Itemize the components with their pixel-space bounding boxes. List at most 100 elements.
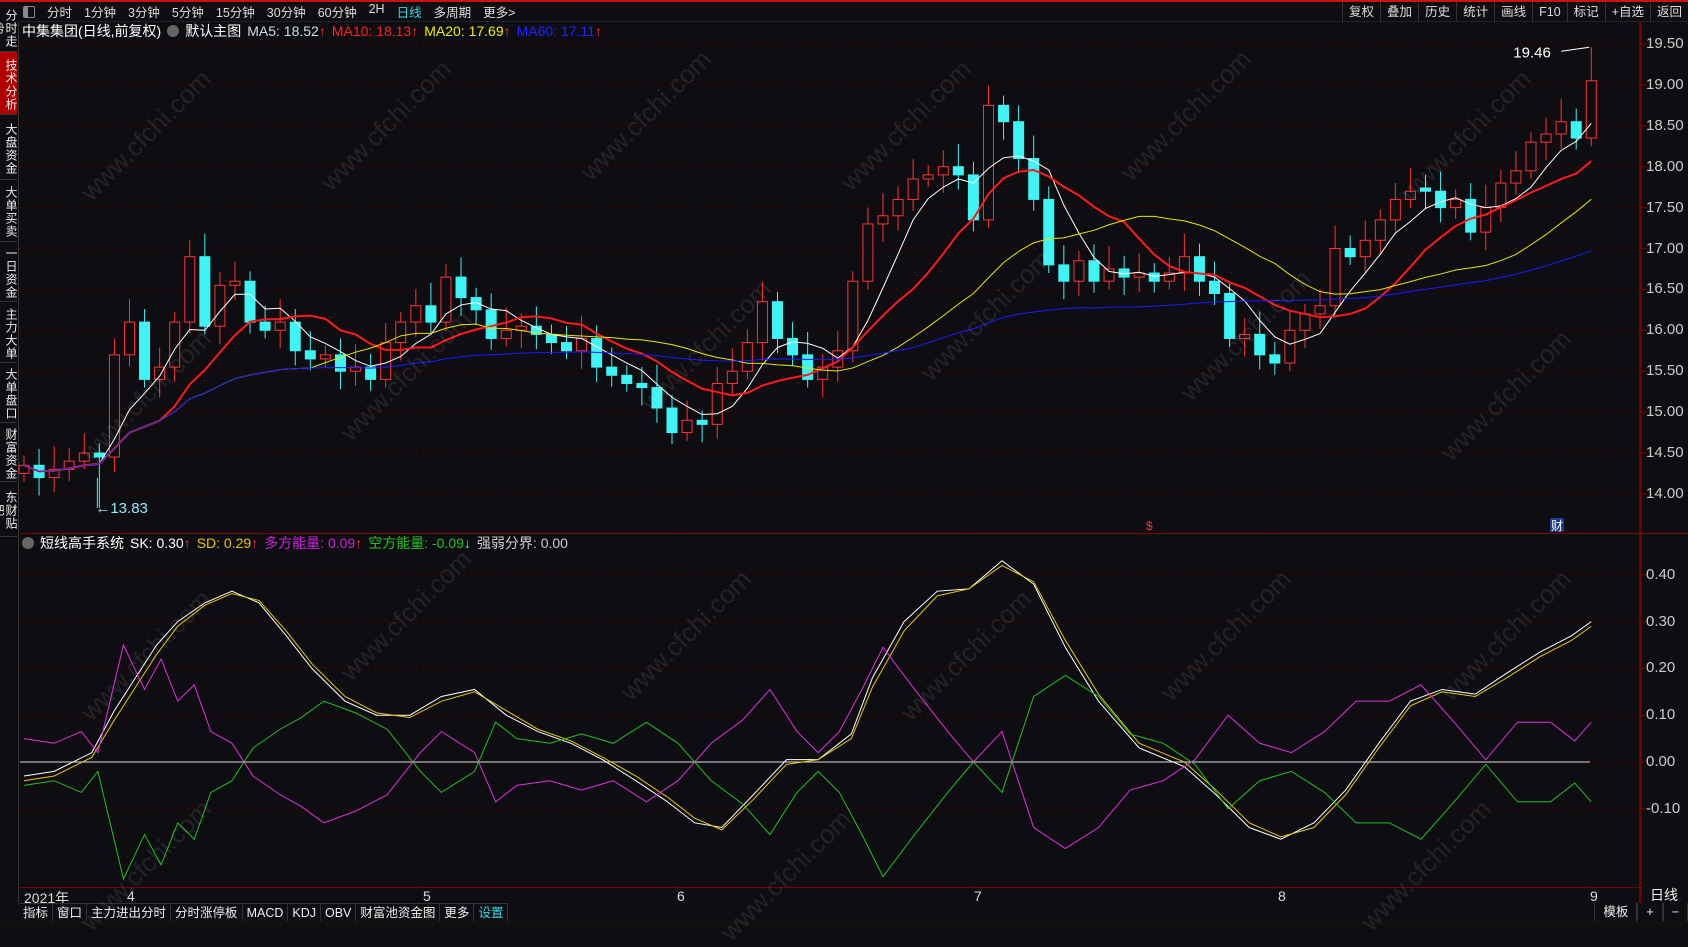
candle-down	[425, 305, 437, 323]
candle-down	[1435, 190, 1447, 209]
indicator-tab[interactable]: 窗口	[53, 904, 88, 921]
indicator-tab[interactable]: 设置	[474, 904, 509, 921]
candle-up	[922, 174, 934, 180]
candle-up	[1510, 170, 1522, 184]
candle-up	[892, 198, 904, 217]
candle-up	[319, 354, 331, 360]
candle-down	[1224, 292, 1236, 339]
indicator-tick-label: 0.30	[1646, 612, 1676, 630]
candle-up	[1480, 207, 1492, 233]
month-label: 7	[974, 888, 982, 904]
candle-up	[1284, 329, 1296, 364]
candle-up	[982, 104, 994, 221]
zoom-out-button[interactable]: −	[1662, 903, 1688, 921]
candle-up	[1404, 190, 1416, 200]
indicator-tab[interactable]: 分时涨停板	[171, 904, 243, 921]
chart-canvas[interactable]: 19.46 ←13.83 $ 财	[0, 0, 1688, 925]
candle-up	[1239, 333, 1251, 339]
indicator-tab[interactable]: 主力进出分时	[87, 904, 172, 921]
candle-up	[877, 215, 889, 225]
indicator-tick-label: 0.20	[1646, 659, 1676, 677]
price-tick-label: 18.50	[1646, 116, 1684, 134]
candle-down	[696, 419, 708, 425]
month-label: 9	[1590, 888, 1598, 904]
candle-down	[244, 280, 256, 323]
candle-up	[1585, 80, 1597, 139]
candle-up	[123, 321, 135, 356]
candle-up	[1450, 198, 1462, 209]
price-tick-label: 14.00	[1646, 484, 1684, 502]
candle-up	[1329, 248, 1341, 307]
candle-up	[1389, 198, 1401, 221]
zoom-in-button[interactable]: +	[1637, 903, 1663, 921]
price-tick-label: 16.00	[1646, 321, 1684, 339]
candle-up	[711, 382, 723, 425]
candle-down	[621, 374, 633, 384]
candle-up	[500, 329, 512, 339]
indicator-tick-label: 0.40	[1646, 565, 1676, 583]
indicator-tick-label: 0.00	[1646, 753, 1676, 770]
candle-down	[651, 387, 663, 409]
candle-up	[214, 284, 226, 327]
candle-up	[1314, 305, 1326, 315]
candle-up	[726, 370, 738, 384]
indicator-tab[interactable]: 更多	[440, 904, 475, 921]
indicator-tab[interactable]: KDJ	[288, 904, 321, 921]
candle-up	[184, 256, 196, 323]
template-controls: 模板 + −	[1594, 903, 1688, 921]
candle-down	[1088, 260, 1100, 282]
candle-down	[1344, 248, 1356, 258]
candle-up	[937, 166, 949, 176]
price-tick-label: 17.50	[1646, 198, 1684, 216]
candle-down	[289, 321, 301, 352]
candle-down	[1058, 264, 1070, 282]
candle-down	[998, 104, 1010, 123]
candle-down	[1420, 187, 1432, 192]
candle-up	[741, 342, 753, 372]
high-price-label: 19.46	[1513, 44, 1551, 61]
low-price-label: ←13.83	[95, 500, 148, 517]
candle-down	[1148, 272, 1160, 282]
price-tick-label: 15.00	[1646, 403, 1684, 421]
template-button[interactable]: 模板	[1594, 903, 1638, 921]
price-tick-label: 14.50	[1646, 444, 1684, 461]
candle-up	[1374, 219, 1386, 241]
candle-down	[455, 276, 467, 299]
indicator-tick-label: -0.10	[1646, 799, 1681, 817]
price-tick-label: 15.50	[1646, 362, 1684, 380]
candle-down	[1269, 354, 1281, 364]
indicator-tab[interactable]: OBV	[321, 904, 357, 921]
candle-down	[259, 321, 271, 331]
candle-down	[952, 166, 964, 176]
candle-down	[1043, 198, 1055, 266]
indicator-tab[interactable]: 指标	[19, 904, 54, 921]
month-label: 4	[127, 888, 135, 904]
month-label: 8	[1278, 888, 1286, 904]
price-axis-line	[1639, 22, 1641, 903]
candle-down	[545, 333, 557, 344]
dividend-marker: $	[1146, 519, 1153, 533]
candle-up	[78, 452, 90, 462]
candle-up	[108, 354, 120, 458]
candle-up	[756, 301, 768, 344]
news-marker: 财	[1551, 519, 1563, 533]
candle-up	[229, 280, 241, 286]
candle-down	[787, 337, 799, 356]
candle-up	[274, 321, 286, 331]
indicator-tick-label: 0.10	[1646, 706, 1676, 724]
candle-up	[1555, 121, 1567, 135]
indicator-tab[interactable]: MACD	[243, 904, 289, 921]
ma5-line	[23, 123, 1592, 472]
candle-up	[1359, 239, 1371, 258]
candle-down	[561, 342, 573, 352]
bottom-indicator-tabs: 指标 窗口 主力进出分时 分时涨停板 MACD KDJ OBV 财富池资金图 更多 设置	[19, 903, 509, 921]
panel-divider	[20, 533, 1688, 534]
period-indicator[interactable]: 日线	[1640, 887, 1688, 903]
candle-down	[1570, 121, 1582, 139]
candle-down	[1209, 280, 1221, 294]
candle-up	[395, 321, 407, 344]
candle-down	[636, 382, 648, 389]
candle-down	[1193, 256, 1205, 282]
candle-down	[1254, 333, 1266, 356]
indicator-tab[interactable]: 财富池资金图	[356, 904, 441, 921]
